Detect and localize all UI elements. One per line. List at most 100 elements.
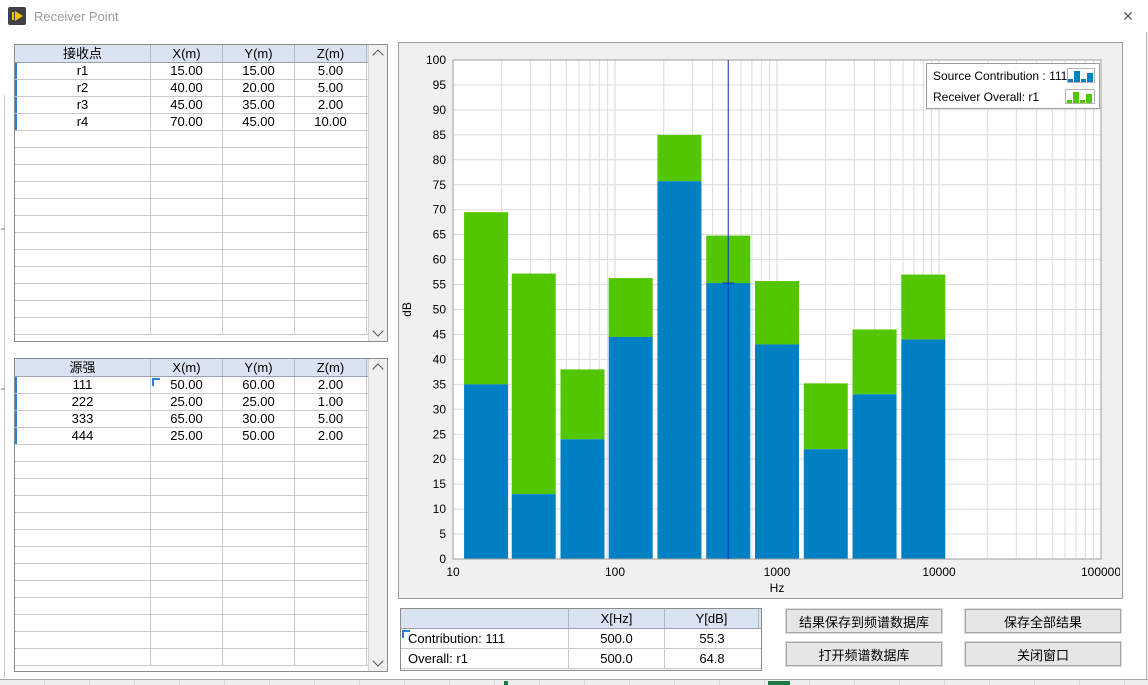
table-cell[interactable]: 70.00 bbox=[151, 114, 223, 130]
table-cell[interactable] bbox=[295, 462, 367, 478]
table-cell[interactable] bbox=[15, 182, 151, 198]
table-cell[interactable] bbox=[223, 513, 295, 529]
table-cell[interactable] bbox=[151, 216, 223, 232]
table-cell[interactable] bbox=[151, 564, 223, 580]
table-cell[interactable] bbox=[15, 479, 151, 495]
table-cell[interactable]: 50.00 bbox=[151, 377, 223, 393]
table-cell[interactable] bbox=[151, 267, 223, 283]
result-cell[interactable]: Overall: r1 bbox=[401, 649, 569, 668]
table-cell[interactable] bbox=[295, 547, 367, 563]
table-cell[interactable] bbox=[15, 131, 151, 147]
table-cell[interactable] bbox=[151, 615, 223, 631]
table-cell[interactable]: r4 bbox=[15, 114, 151, 130]
receiver-table-scrollbar[interactable] bbox=[368, 45, 387, 341]
table-cell[interactable] bbox=[15, 581, 151, 597]
table-cell[interactable] bbox=[295, 216, 367, 232]
table-cell[interactable] bbox=[151, 199, 223, 215]
table-cell[interactable] bbox=[223, 581, 295, 597]
table-cell[interactable] bbox=[295, 250, 367, 266]
source-table-scrollbar[interactable] bbox=[368, 359, 387, 671]
table-cell[interactable]: 1.00 bbox=[295, 394, 367, 410]
table-cell[interactable] bbox=[15, 530, 151, 546]
table-cell[interactable]: r3 bbox=[15, 97, 151, 113]
table-cell[interactable] bbox=[295, 581, 367, 597]
table-cell[interactable] bbox=[295, 165, 367, 181]
table-cell[interactable]: 2.00 bbox=[295, 428, 367, 444]
table-cell[interactable] bbox=[223, 199, 295, 215]
table-cell[interactable] bbox=[295, 615, 367, 631]
table-cell[interactable] bbox=[151, 547, 223, 563]
save-all-results-button[interactable]: 保存全部结果 bbox=[965, 609, 1121, 633]
table-cell[interactable]: 60.00 bbox=[223, 377, 295, 393]
table-cell[interactable] bbox=[15, 496, 151, 512]
table-cell[interactable]: 444 bbox=[15, 428, 151, 444]
table-cell[interactable] bbox=[151, 649, 223, 665]
table-cell[interactable] bbox=[223, 530, 295, 546]
table-cell[interactable] bbox=[15, 598, 151, 614]
table-cell[interactable] bbox=[15, 513, 151, 529]
table-cell[interactable] bbox=[151, 165, 223, 181]
table-cell[interactable]: 35.00 bbox=[223, 97, 295, 113]
table-cell[interactable]: 5.00 bbox=[295, 63, 367, 79]
scroll-down-icon[interactable] bbox=[372, 325, 383, 336]
table-cell[interactable] bbox=[295, 513, 367, 529]
table-cell[interactable] bbox=[295, 318, 367, 334]
table-cell[interactable] bbox=[295, 649, 367, 665]
table-cell[interactable] bbox=[295, 632, 367, 648]
table-cell[interactable] bbox=[15, 632, 151, 648]
table-cell[interactable] bbox=[151, 479, 223, 495]
table-cell[interactable]: 222 bbox=[15, 394, 151, 410]
close-icon[interactable]: ✕ bbox=[1118, 7, 1138, 25]
table-cell[interactable]: 2.00 bbox=[295, 97, 367, 113]
table-cell[interactable]: 5.00 bbox=[295, 80, 367, 96]
table-cell[interactable] bbox=[223, 284, 295, 300]
table-cell[interactable] bbox=[151, 318, 223, 334]
table-cell[interactable] bbox=[223, 462, 295, 478]
table-cell[interactable]: 10.00 bbox=[295, 114, 367, 130]
table-cell[interactable]: 15.00 bbox=[223, 63, 295, 79]
table-cell[interactable]: 40.00 bbox=[151, 80, 223, 96]
result-cell[interactable]: Contribution: 111 bbox=[401, 629, 569, 648]
table-cell[interactable] bbox=[15, 165, 151, 181]
table-cell[interactable] bbox=[295, 496, 367, 512]
table-cell[interactable]: r1 bbox=[15, 63, 151, 79]
spectrum-chart-plot[interactable]: 0510152025303540455055606570758085909510… bbox=[399, 43, 1120, 596]
table-cell[interactable] bbox=[295, 445, 367, 461]
table-cell[interactable] bbox=[223, 301, 295, 317]
table-cell[interactable] bbox=[151, 445, 223, 461]
result-cell[interactable]: 500.0 bbox=[569, 629, 665, 648]
table-cell[interactable] bbox=[15, 564, 151, 580]
table-cell[interactable]: 5.00 bbox=[295, 411, 367, 427]
table-cell[interactable] bbox=[295, 598, 367, 614]
scroll-down-icon[interactable] bbox=[372, 655, 383, 666]
table-cell[interactable] bbox=[151, 284, 223, 300]
table-cell[interactable] bbox=[151, 182, 223, 198]
table-cell[interactable] bbox=[15, 267, 151, 283]
table-cell[interactable]: 25.00 bbox=[151, 428, 223, 444]
table-cell[interactable] bbox=[223, 165, 295, 181]
table-cell[interactable]: 30.00 bbox=[223, 411, 295, 427]
table-cell[interactable] bbox=[223, 267, 295, 283]
table-cell[interactable] bbox=[15, 462, 151, 478]
table-cell[interactable] bbox=[15, 547, 151, 563]
table-cell[interactable] bbox=[223, 479, 295, 495]
table-cell[interactable] bbox=[15, 445, 151, 461]
table-cell[interactable]: 65.00 bbox=[151, 411, 223, 427]
table-cell[interactable] bbox=[295, 148, 367, 164]
table-cell[interactable] bbox=[223, 564, 295, 580]
table-cell[interactable] bbox=[15, 284, 151, 300]
table-cell[interactable] bbox=[223, 632, 295, 648]
table-cell[interactable] bbox=[15, 148, 151, 164]
table-cell[interactable] bbox=[223, 615, 295, 631]
result-cell[interactable]: 64.8 bbox=[665, 649, 759, 668]
table-cell[interactable] bbox=[151, 496, 223, 512]
scroll-up-icon[interactable] bbox=[372, 363, 383, 374]
close-window-button[interactable]: 关闭窗口 bbox=[965, 642, 1121, 666]
table-cell[interactable]: 2.00 bbox=[295, 377, 367, 393]
table-cell[interactable] bbox=[223, 216, 295, 232]
table-cell[interactable] bbox=[223, 547, 295, 563]
table-cell[interactable] bbox=[151, 581, 223, 597]
table-cell[interactable] bbox=[223, 318, 295, 334]
table-cell[interactable] bbox=[295, 199, 367, 215]
table-cell[interactable] bbox=[151, 598, 223, 614]
